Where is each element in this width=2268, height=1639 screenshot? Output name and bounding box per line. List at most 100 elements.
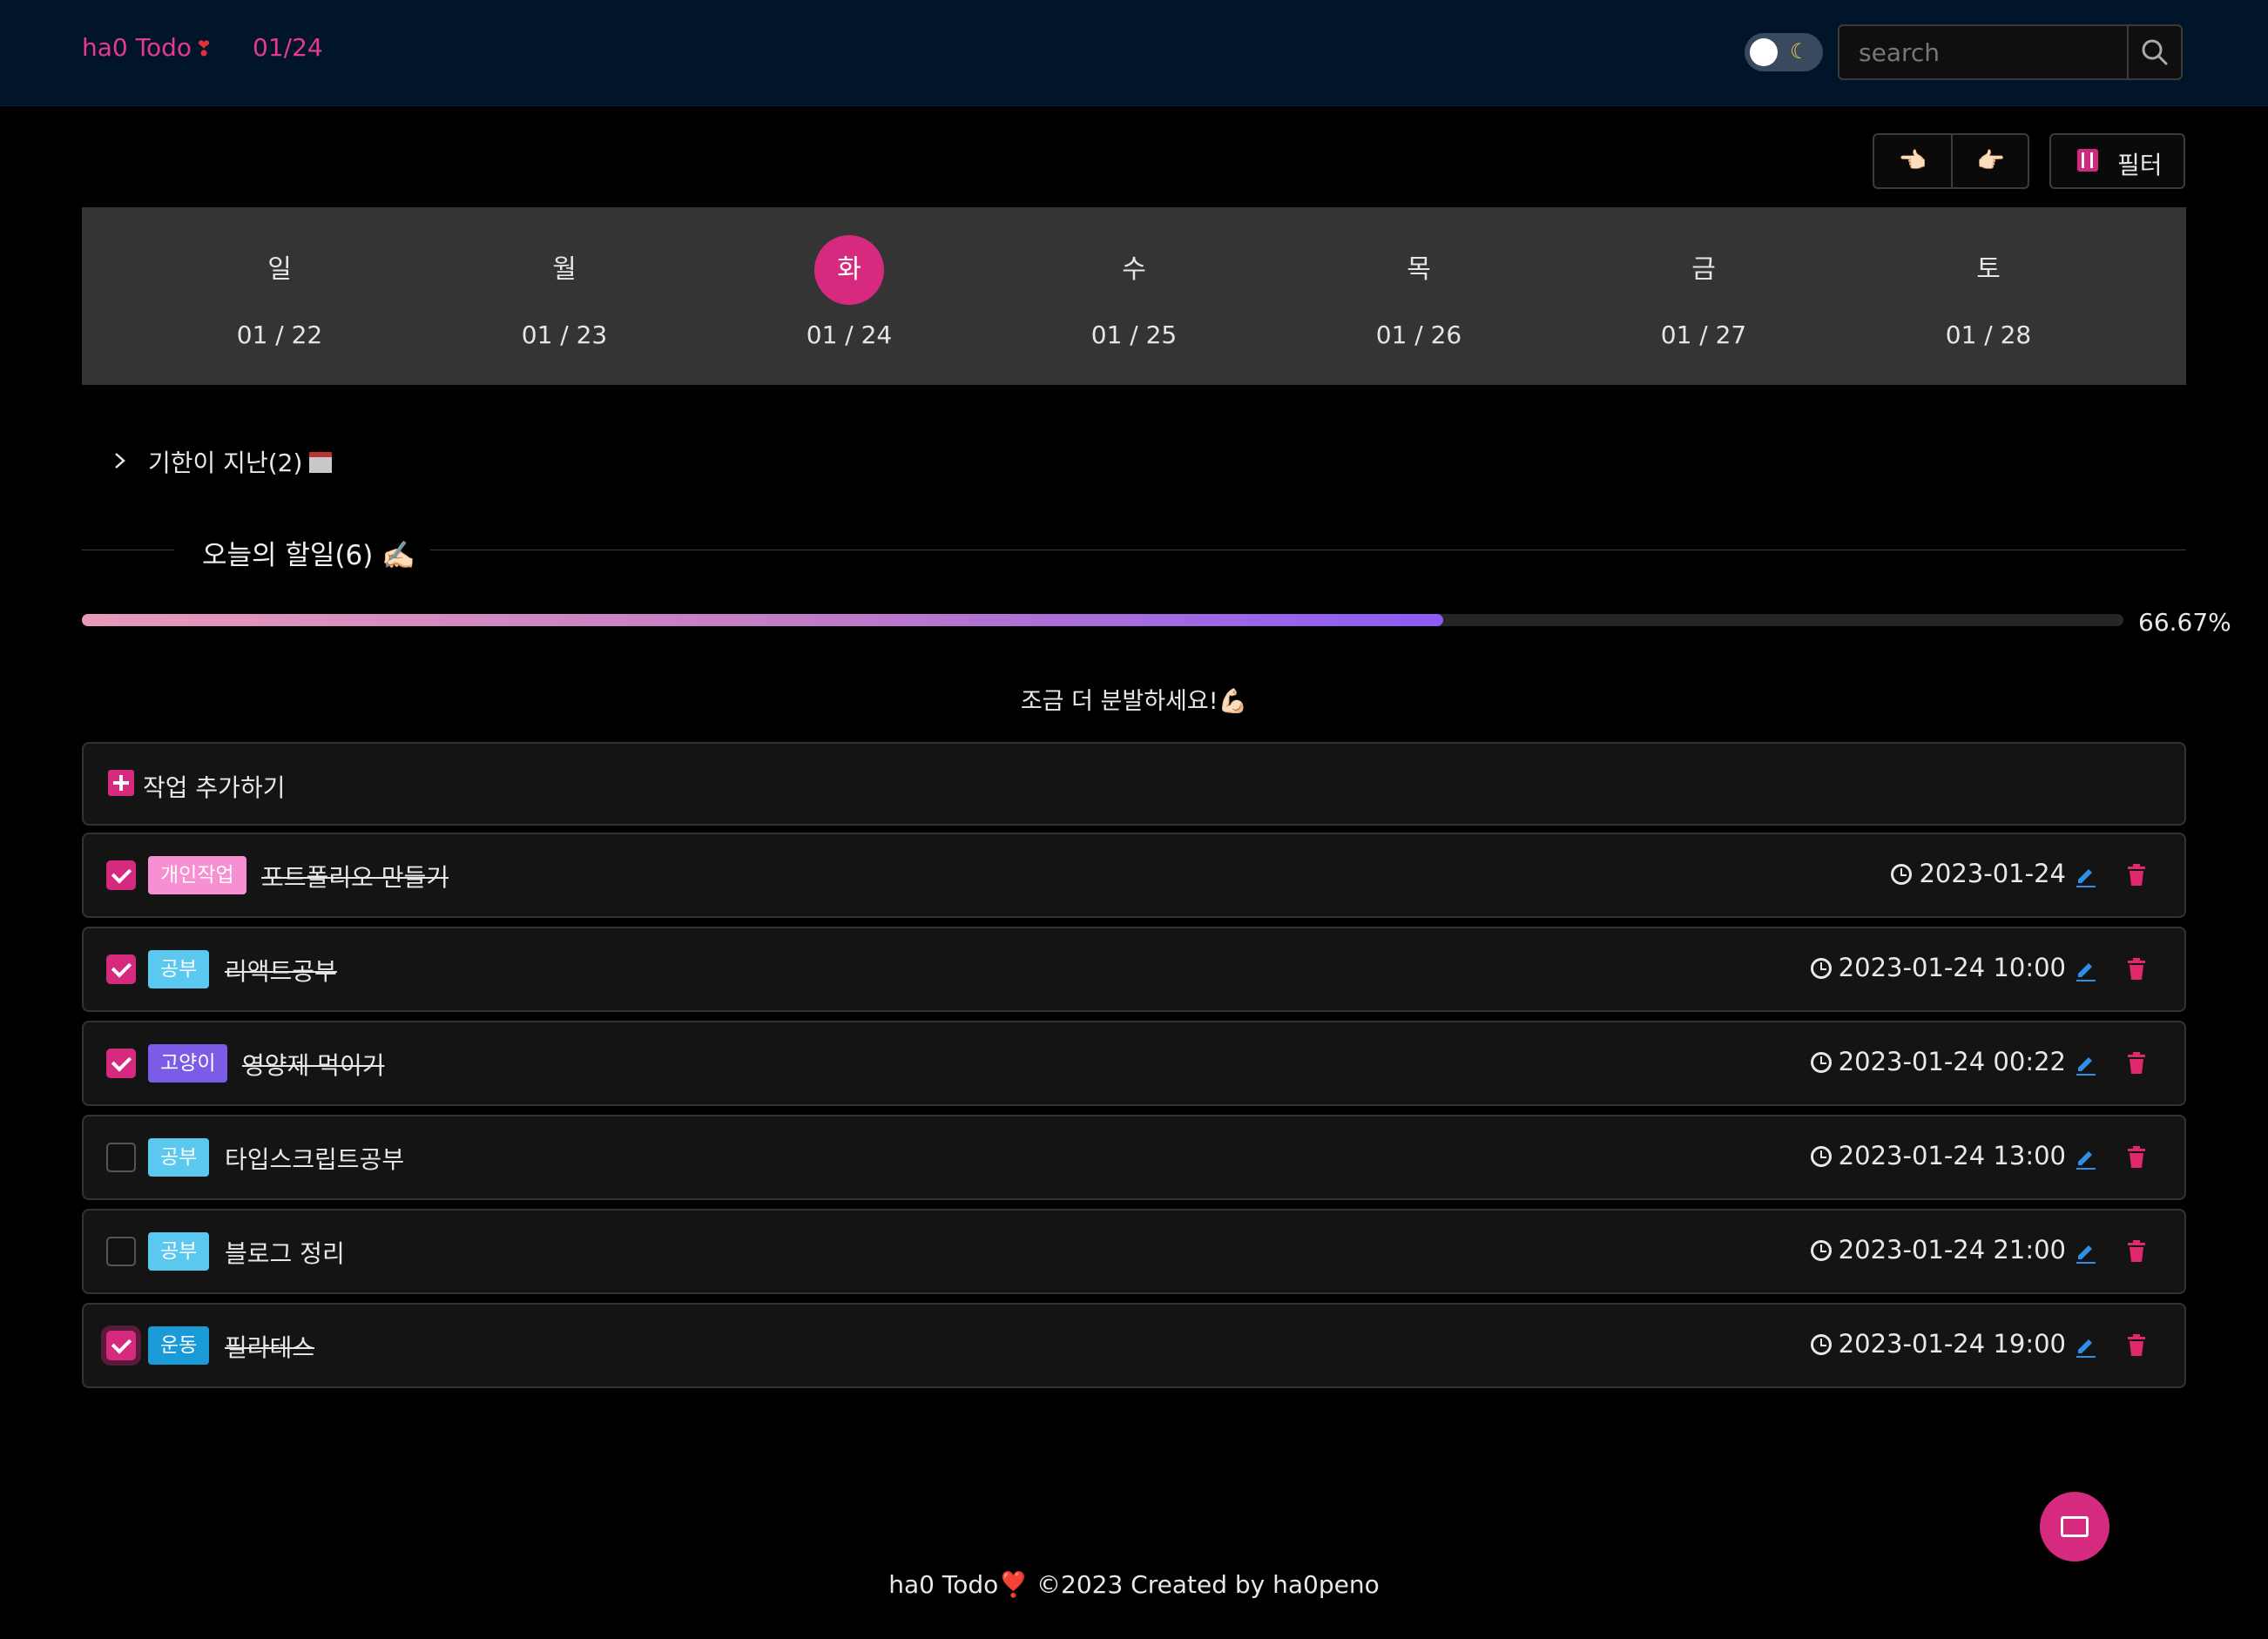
- day-date: 01 / 27: [1660, 320, 1747, 349]
- day-date: 01 / 23: [521, 320, 608, 349]
- edit-icon[interactable]: [2075, 866, 2097, 888]
- add-task-label: 작업 추가하기: [143, 773, 286, 802]
- edit-icon[interactable]: [2075, 1054, 2097, 1076]
- search-icon: [2142, 39, 2168, 65]
- task-due: 2023-01-24 10:00: [1810, 953, 2066, 982]
- task-row: 공부 타입스크립트공부 2023-01-24 13:00: [82, 1115, 2186, 1200]
- day-mon[interactable]: 월 01 / 23: [477, 207, 651, 385]
- overdue-label: 기한이 지난(2): [148, 449, 303, 477]
- day-date: 01 / 22: [236, 320, 323, 349]
- task-checkbox[interactable]: [106, 954, 136, 984]
- today-tasks-title: 오늘의 할일(6) ✍🏻: [202, 540, 415, 571]
- progress-fill: [82, 614, 1443, 626]
- day-date: 01 / 25: [1090, 320, 1178, 349]
- task-tag: 운동: [148, 1326, 210, 1365]
- prev-week-button[interactable]: 👈🏻: [1874, 135, 1953, 187]
- task-title: 영양제 먹이기: [242, 1051, 385, 1080]
- progress-percent: 66.67%: [2138, 608, 2231, 637]
- task-title: 리액트공부: [225, 957, 337, 986]
- brand-logo[interactable]: ha0 Todo ❣: [82, 33, 213, 62]
- next-week-button[interactable]: 👉🏻: [1953, 135, 2029, 187]
- task-tag: 공부: [148, 950, 210, 988]
- day-date: 01 / 28: [1945, 320, 2032, 349]
- progress-bar: [82, 614, 2123, 626]
- task-tag: 공부: [148, 1232, 210, 1271]
- day-sat[interactable]: 토 01 / 28: [1901, 207, 2076, 385]
- task-row: 운동 필라테스 2023-01-24 19:00: [82, 1303, 2186, 1388]
- search-box: [1838, 24, 2183, 80]
- task-due-text: 2023-01-24: [1919, 859, 2066, 888]
- clock-icon: [1891, 864, 1913, 885]
- week-nav-group: 👈🏻 👉🏻: [1873, 133, 2029, 189]
- floating-action-button[interactable]: [2040, 1492, 2109, 1561]
- edit-icon[interactable]: [2075, 1148, 2097, 1170]
- task-checkbox[interactable]: [106, 1237, 136, 1266]
- day-date: 01 / 26: [1375, 320, 1462, 349]
- task-checkbox[interactable]: [106, 1143, 136, 1172]
- task-checkbox[interactable]: [106, 1049, 136, 1078]
- trash-icon[interactable]: [2127, 864, 2146, 887]
- week-calendar: 일 01 / 22 월 01 / 23 화 01 / 24 수 01 / 25 …: [82, 207, 2186, 385]
- task-due: 2023-01-24: [1891, 859, 2066, 888]
- task-checkbox[interactable]: [106, 860, 136, 890]
- edit-icon[interactable]: [2075, 960, 2097, 982]
- moon-icon: ☾: [1790, 39, 1809, 64]
- task-row: 공부 리액트공부 2023-01-24 10:00: [82, 927, 2186, 1012]
- day-tue-selected[interactable]: 화 01 / 24: [762, 207, 936, 385]
- day-thu[interactable]: 목 01 / 26: [1332, 207, 1506, 385]
- encourage-message: 조금 더 분발하세요!💪🏻: [1020, 688, 1248, 715]
- day-name: 월: [552, 254, 577, 285]
- trash-icon[interactable]: [2127, 1334, 2146, 1357]
- task-title: 블로그 정리: [225, 1239, 345, 1268]
- filter-label: 필터: [2117, 151, 2163, 179]
- clock-icon: [1810, 1146, 1832, 1167]
- clock-icon: [1810, 1334, 1832, 1355]
- overdue-section-toggle[interactable]: 기한이 지난(2): [111, 444, 333, 479]
- filter-button[interactable]: 필터: [2049, 133, 2185, 189]
- task-due: 2023-01-24 21:00: [1810, 1235, 2066, 1265]
- toggle-knob: [1750, 38, 1778, 66]
- task-title: 필라테스: [225, 1333, 315, 1362]
- task-tag: 고양이: [148, 1044, 228, 1083]
- day-wed[interactable]: 수 01 / 25: [1047, 207, 1221, 385]
- theme-toggle[interactable]: ☾: [1745, 33, 1823, 71]
- trash-icon[interactable]: [2127, 1240, 2146, 1263]
- day-name: 일: [267, 254, 292, 285]
- trash-icon[interactable]: [2127, 958, 2146, 981]
- task-due-text: 2023-01-24 10:00: [1838, 953, 2066, 982]
- trash-icon[interactable]: [2127, 1052, 2146, 1075]
- task-due-text: 2023-01-24 00:22: [1838, 1047, 2066, 1076]
- day-fri[interactable]: 금 01 / 27: [1617, 207, 1791, 385]
- day-date: 01 / 24: [806, 320, 893, 349]
- search-button[interactable]: [2127, 26, 2181, 78]
- task-checkbox[interactable]: [106, 1331, 136, 1360]
- pointing-left-icon: 👈🏻: [1898, 148, 1927, 174]
- filter-icon: [2077, 149, 2098, 172]
- day-name: 토: [1976, 254, 2001, 285]
- calendar-icon: [309, 452, 333, 473]
- task-tag: 공부: [148, 1138, 210, 1177]
- task-tag: 개인작업: [148, 856, 246, 894]
- footer-text: ha0 Todo❣️ ©2023 Created by ha0peno: [888, 1570, 1380, 1599]
- add-task-button[interactable]: 작업 추가하기: [82, 742, 2186, 826]
- edit-icon[interactable]: [2075, 1336, 2097, 1359]
- chevron-right-icon: [111, 449, 132, 477]
- task-due: 2023-01-24 00:22: [1810, 1047, 2066, 1076]
- task-due: 2023-01-24 13:00: [1810, 1141, 2066, 1170]
- brand-title: ha0 Todo: [82, 33, 192, 62]
- day-sun[interactable]: 일 01 / 22: [192, 207, 367, 385]
- day-name: 금: [1691, 254, 1716, 285]
- current-date-link[interactable]: 01/24: [253, 33, 323, 62]
- task-row: 개인작업 포트폴리오 만들기 2023-01-24: [82, 833, 2186, 918]
- search-input[interactable]: [1839, 26, 2129, 78]
- trash-icon[interactable]: [2127, 1146, 2146, 1169]
- task-due-text: 2023-01-24 19:00: [1838, 1329, 2066, 1359]
- task-due-text: 2023-01-24 21:00: [1838, 1235, 2066, 1265]
- task-row: 고양이 영양제 먹이기 2023-01-24 00:22: [82, 1021, 2186, 1106]
- edit-icon[interactable]: [2075, 1242, 2097, 1265]
- day-name: 수: [1122, 254, 1146, 285]
- task-title: 포트폴리오 만들기: [261, 863, 449, 892]
- app-header: ha0 Todo ❣ 01/24 ☾: [0, 0, 2268, 106]
- calendar-check-icon: [2061, 1516, 2089, 1537]
- heart-icon: ❣: [195, 37, 213, 61]
